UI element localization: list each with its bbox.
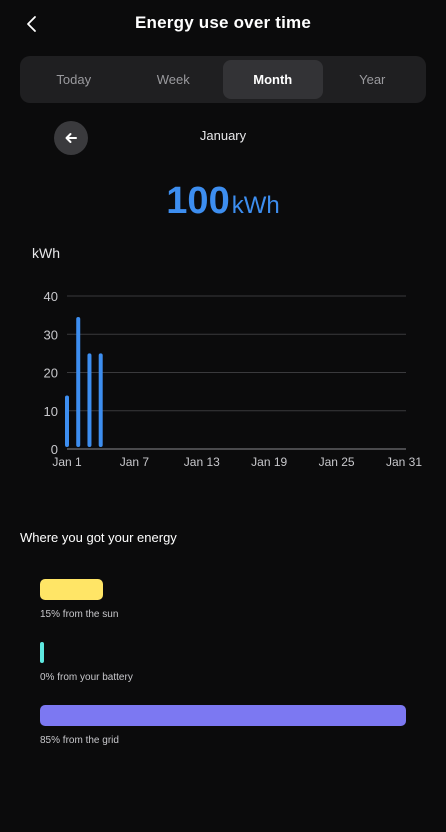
x-tick-label: Jan 1 [52, 455, 82, 469]
usage-bar [98, 353, 103, 447]
battery-source-bar [40, 642, 44, 663]
usage-bar [87, 353, 92, 447]
grid-source-label: 85% from the grid [40, 735, 119, 746]
x-tick-label: Jan 7 [120, 455, 150, 469]
period-tabs: Today Week Month Year [20, 56, 426, 103]
usage-bar [76, 317, 81, 447]
x-tick-label: Jan 13 [184, 455, 220, 469]
tab-year[interactable]: Year [323, 60, 423, 99]
energy-sources-title: Where you got your energy [20, 530, 177, 545]
total-unit: kWh [231, 192, 280, 219]
total-value: 100 [166, 180, 230, 222]
y-tick-label: 10 [44, 404, 58, 419]
usage-bar [65, 395, 69, 447]
y-tick-label: 30 [44, 327, 58, 342]
page-title: Energy use over time [135, 13, 311, 32]
usage-bar-chart: 010203040Jan 1 Jan 7 Jan 13 Jan 19 Jan 25 Jan… [44, 289, 423, 469]
tab-today[interactable]: Today [24, 60, 124, 99]
y-tick-label: 20 [44, 366, 58, 381]
header: Energy use over time [0, 0, 446, 48]
x-tick-label: Jan 25 [319, 455, 355, 469]
grid-source-bar [40, 705, 406, 726]
chart-y-unit: kWh [32, 245, 60, 261]
period-label: January [199, 128, 247, 143]
total-usage: 100kWh [0, 180, 446, 223]
tab-week[interactable]: Week [124, 60, 224, 99]
battery-source-label: 0% from your battery [40, 672, 133, 683]
y-tick-label: 40 [44, 289, 58, 304]
sun-source-label: 15% from the sun [40, 609, 119, 620]
sun-source-bar [40, 579, 104, 600]
x-tick-label: Jan 19 [251, 455, 287, 469]
tab-month[interactable]: Month [223, 60, 323, 99]
x-tick-label: Jan 31 [386, 455, 422, 469]
